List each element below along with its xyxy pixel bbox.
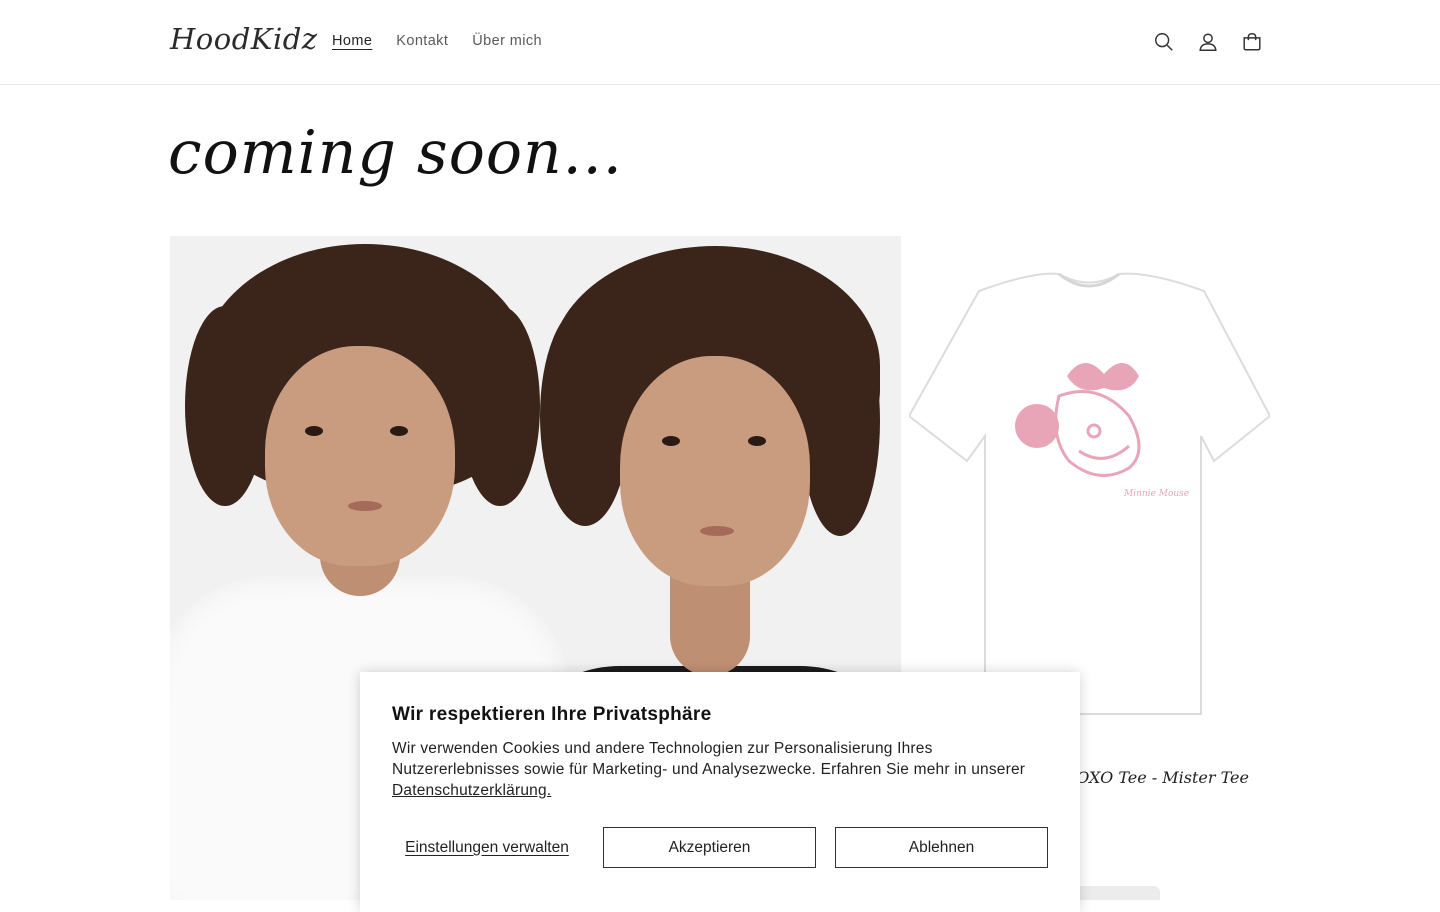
- manage-settings-button[interactable]: Einstellungen verwalten: [392, 827, 582, 868]
- cookie-description: Wir verwenden Cookies und andere Technol…: [392, 740, 1026, 778]
- product-image[interactable]: Minnie Mouse: [907, 236, 1272, 736]
- svg-text:Minnie Mouse: Minnie Mouse: [1123, 489, 1189, 499]
- cookie-banner: Wir respektieren Ihre Privatsphäre Wir v…: [360, 672, 1080, 912]
- main-nav: Home Kontakt Über mich: [332, 33, 542, 49]
- header-icons: [1152, 30, 1264, 54]
- page-headline: coming soon...: [168, 118, 623, 188]
- nav-kontakt[interactable]: Kontakt: [396, 33, 448, 49]
- privacy-policy-link[interactable]: Datenschutzerklärung.: [392, 782, 551, 799]
- site-header: HoodKidz Home Kontakt Über mich: [0, 0, 1440, 85]
- decline-button[interactable]: Ablehnen: [835, 827, 1048, 868]
- cookie-title: Wir respektieren Ihre Privatsphäre: [392, 704, 712, 725]
- accept-button[interactable]: Akzeptieren: [603, 827, 816, 868]
- logo[interactable]: HoodKidz: [170, 22, 318, 56]
- nav-ueber-mich[interactable]: Über mich: [472, 33, 542, 49]
- nav-home[interactable]: Home: [332, 33, 372, 49]
- account-icon[interactable]: [1196, 30, 1220, 54]
- cart-icon[interactable]: [1240, 30, 1264, 54]
- cookie-text: Wir verwenden Cookies und andere Technol…: [392, 738, 1052, 801]
- search-icon[interactable]: [1152, 30, 1176, 54]
- tshirt-image: Minnie Mouse: [907, 272, 1272, 715]
